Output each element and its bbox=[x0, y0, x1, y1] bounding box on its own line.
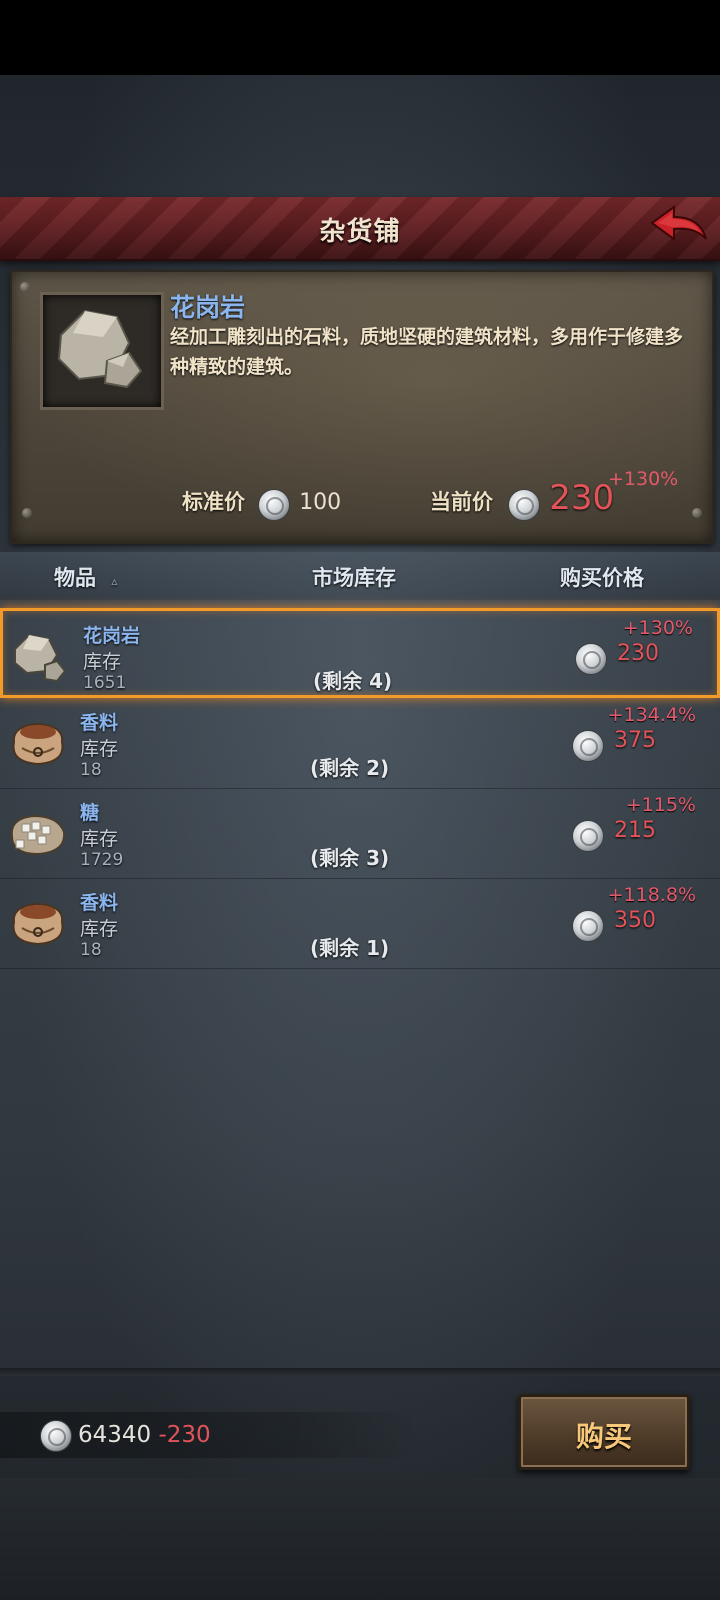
shop-header: 杂货铺 bbox=[0, 197, 720, 261]
item-name: 糖 bbox=[80, 802, 100, 824]
price-percent: +130% bbox=[622, 617, 693, 639]
silver-coin-icon bbox=[575, 643, 607, 675]
current-price-value: 230 bbox=[549, 478, 615, 518]
standard-price-row: 标准价 100 bbox=[182, 486, 341, 526]
silver-coin-icon bbox=[572, 820, 604, 852]
back-button[interactable] bbox=[648, 205, 710, 251]
sugar-sack-icon bbox=[10, 814, 66, 856]
rivet-decoration bbox=[692, 508, 702, 518]
silver-coin-icon bbox=[40, 1420, 72, 1452]
back-arrow-icon bbox=[650, 205, 707, 241]
spice-sack-icon bbox=[12, 722, 64, 766]
item-price: 350 bbox=[614, 908, 656, 933]
detail-item-name: 花岗岩 bbox=[170, 293, 246, 322]
column-item-label: 物品 bbox=[54, 566, 96, 590]
stock-label: 库存 bbox=[80, 828, 119, 850]
remaining-count: (剩余 3) bbox=[310, 846, 390, 870]
list-item[interactable]: 香料 库存 18 (剩余 2) +134.4% 375 bbox=[0, 698, 720, 789]
list-item[interactable]: 糖 库存 1729 (剩余 3) +115% 215 bbox=[0, 788, 720, 879]
bottom-band bbox=[0, 1478, 720, 1600]
list-header: 物品 ▵ 市场库存 购买价格 bbox=[0, 552, 720, 600]
balance-change: -230 bbox=[158, 1422, 211, 1448]
item-name: 花岗岩 bbox=[83, 625, 141, 647]
silver-coin-icon bbox=[508, 488, 541, 521]
silver-coin-icon bbox=[572, 910, 604, 942]
buy-button-label: 购买 bbox=[575, 1420, 632, 1453]
column-item[interactable]: 物品 ▵ bbox=[54, 562, 117, 592]
price-percent: +115% bbox=[625, 794, 696, 816]
remaining-count: (剩余 2) bbox=[310, 756, 390, 780]
granite-icon bbox=[57, 309, 143, 389]
item-name: 香料 bbox=[80, 712, 119, 734]
stock-label: 库存 bbox=[83, 651, 122, 673]
page-title: 杂货铺 bbox=[319, 217, 401, 247]
balance-amount: 64340 bbox=[78, 1422, 152, 1448]
list-item[interactable]: 香料 库存 18 (剩余 1) +118.8% 350 bbox=[0, 878, 720, 969]
section-divider bbox=[0, 1368, 720, 1376]
stock-label: 库存 bbox=[80, 918, 119, 940]
item-price: 230 bbox=[617, 641, 659, 666]
spice-sack-icon bbox=[12, 902, 64, 946]
standard-price-value: 100 bbox=[299, 490, 342, 515]
item-name: 香料 bbox=[80, 892, 119, 914]
item-price: 215 bbox=[614, 818, 656, 843]
granite-icon bbox=[14, 633, 67, 683]
item-list: 花岗岩 库存 1651 (剩余 4) +130% 230 香料 库存 18 (剩… bbox=[0, 600, 720, 1370]
item-detail-panel: 花岗岩 经加工雕刻出的石料，质地坚硬的建筑材料，多用作于修建多种精致的建筑。 标… bbox=[10, 270, 714, 544]
list-item[interactable]: 花岗岩 库存 1651 (剩余 4) +130% 230 bbox=[0, 608, 720, 698]
silver-coin-icon bbox=[572, 730, 604, 762]
sort-chevron-icon: ▵ bbox=[111, 574, 118, 588]
column-stock: 市场库存 bbox=[312, 566, 396, 590]
rivet-decoration bbox=[20, 282, 30, 292]
stock-value: 1651 bbox=[83, 673, 127, 693]
column-price: 购买价格 bbox=[560, 566, 644, 590]
item-price: 375 bbox=[614, 728, 656, 753]
remaining-count: (剩余 4) bbox=[313, 669, 393, 693]
stock-value: 18 bbox=[80, 760, 102, 780]
price-percent: +118.8% bbox=[607, 884, 696, 906]
stock-label: 库存 bbox=[80, 738, 119, 760]
price-percent: +134.4% bbox=[607, 704, 696, 726]
silver-coin-icon bbox=[258, 488, 291, 521]
current-price-percent: +130% bbox=[608, 468, 679, 490]
buy-button[interactable]: 购买 bbox=[518, 1394, 690, 1470]
rivet-decoration bbox=[22, 508, 32, 518]
silver-balance: 64340 -230 bbox=[78, 1422, 211, 1448]
stock-value: 18 bbox=[80, 940, 102, 960]
standard-price-label: 标准价 bbox=[182, 490, 245, 514]
item-icon-frame bbox=[40, 292, 164, 410]
remaining-count: (剩余 1) bbox=[310, 936, 390, 960]
detail-item-description: 经加工雕刻出的石料，质地坚硬的建筑材料，多用作于修建多种精致的建筑。 bbox=[170, 326, 684, 378]
current-price-label: 当前价 bbox=[430, 490, 493, 514]
stock-value: 1729 bbox=[80, 850, 124, 870]
current-price-row: 当前价 230 bbox=[430, 478, 615, 521]
